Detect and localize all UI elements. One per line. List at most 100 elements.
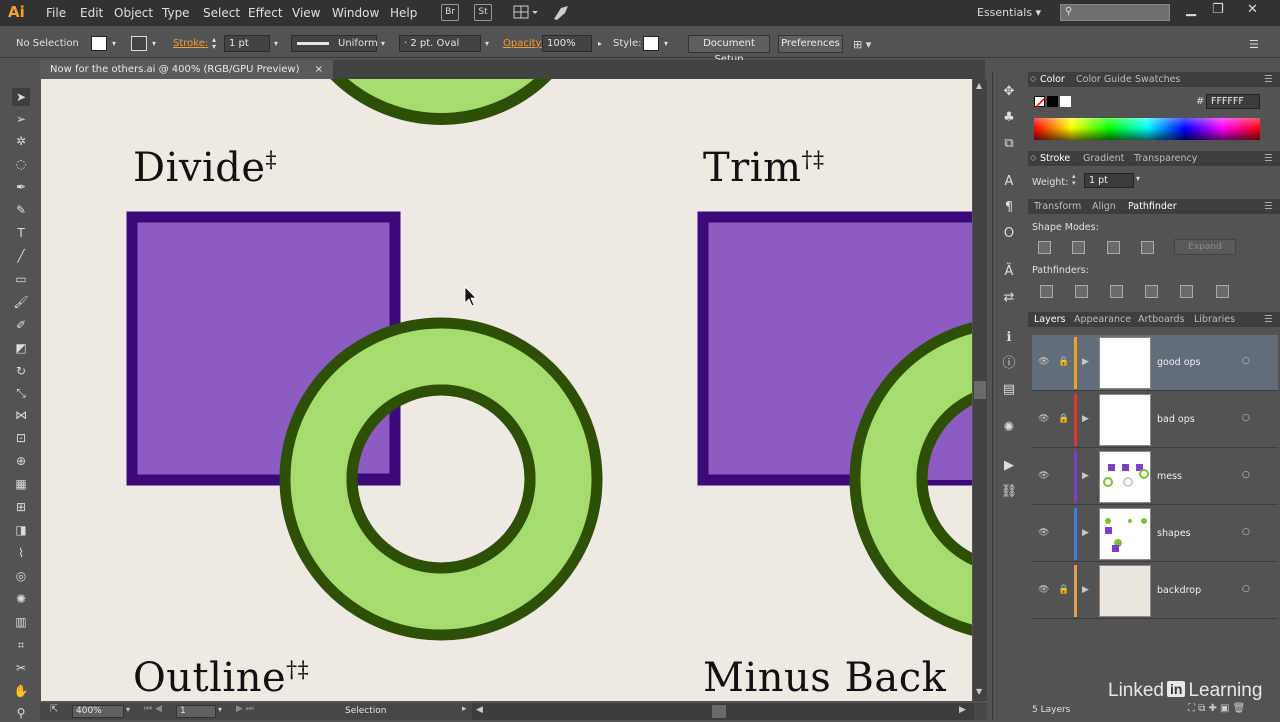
opentype-icon[interactable]: O [999, 224, 1019, 244]
visibility-eye-icon[interactable]: 👁 [1038, 585, 1049, 595]
menu-type[interactable]: Type [162, 6, 190, 20]
first-artboard-icon[interactable]: ⏮ ◀ [144, 704, 162, 714]
artboard-nav-icon[interactable]: ⇱ [50, 704, 58, 715]
brush-dropdown-icon[interactable]: ▾ [482, 36, 492, 51]
type-tool-icon[interactable]: T [12, 224, 30, 242]
scroll-right-icon[interactable]: ▶ [959, 705, 966, 715]
scroll-down-icon[interactable]: ▼ [976, 687, 982, 696]
width-tool-icon[interactable]: ⋈ [12, 406, 30, 424]
layer-name[interactable]: backdrop [1157, 585, 1201, 596]
hand-tool-icon[interactable]: ✋ [12, 682, 30, 700]
pathfinder-panel-menu-icon[interactable]: ☰ [1264, 201, 1273, 212]
crop-icon[interactable] [1145, 285, 1158, 298]
black-swatch[interactable] [1047, 96, 1058, 107]
weight-stepper[interactable]: ▴ ▾ [1072, 173, 1076, 187]
scroll-up-icon[interactable]: ▲ [976, 81, 982, 90]
vertical-scrollbar[interactable]: ▲ ▼ [973, 79, 987, 701]
layer-row[interactable]: 👁 🔒 ▶ backdrop ○ [1032, 563, 1278, 619]
stock-icon[interactable]: St [474, 4, 492, 21]
scale-tool-icon[interactable]: ⤡ [12, 384, 30, 402]
stroke-profile-select[interactable]: Uniform [291, 35, 378, 52]
info-icon[interactable]: ℹ [999, 328, 1019, 348]
document-info-icon[interactable]: ⓘ [999, 354, 1019, 374]
stroke-profile-dropdown-icon[interactable]: ▾ [378, 36, 388, 51]
arrange-documents-icon[interactable] [512, 4, 540, 21]
menu-select[interactable]: Select [203, 6, 240, 20]
artboard-canvas[interactable]: Divide‡ Trim†‡ Outline†‡ Minus Back [41, 79, 972, 701]
expand-layer-icon[interactable]: ▶ [1082, 357, 1089, 367]
tab-artboards[interactable]: Artboards [1138, 314, 1185, 325]
tab-color-guide[interactable]: Color Guide [1076, 74, 1132, 85]
graphic-styles-icon[interactable]: ⧉ [999, 134, 1019, 154]
stroke-panel-menu-icon[interactable]: ☰ [1264, 153, 1273, 164]
minus-back-icon[interactable] [1216, 285, 1229, 298]
eraser-tool-icon[interactable]: ◩ [12, 339, 30, 357]
close-tab-icon[interactable]: × [315, 64, 323, 75]
expand-layer-icon[interactable]: ▶ [1082, 528, 1089, 538]
lock-icon[interactable]: 🔒 [1058, 357, 1069, 367]
links-icon[interactable]: ⛓ [999, 482, 1019, 502]
divide-icon[interactable] [1040, 285, 1053, 298]
weight-dropdown-icon[interactable]: ▾ [1136, 174, 1140, 183]
paragraph-styles-icon[interactable]: ⇄ [999, 288, 1019, 308]
actions-icon[interactable]: ▶ [999, 456, 1019, 476]
layer-name[interactable]: good ops [1157, 357, 1201, 368]
layer-name[interactable]: mess [1157, 471, 1182, 482]
visibility-eye-icon[interactable]: 👁 [1038, 528, 1049, 538]
navigator-icon[interactable]: ✺ [999, 418, 1019, 438]
next-artboard-icon[interactable]: ▶ ⏭ [236, 704, 254, 714]
intersect-icon[interactable] [1107, 241, 1120, 254]
scroll-thumb[interactable] [974, 381, 986, 399]
exclude-icon[interactable] [1141, 241, 1154, 254]
tab-appearance[interactable]: Appearance [1074, 314, 1131, 325]
visibility-eye-icon[interactable]: 👁 [1038, 357, 1049, 367]
status-menu-icon[interactable]: ▸ [462, 704, 467, 714]
minimize-icon[interactable]: ▁ [1186, 2, 1196, 17]
symbol-sprayer-tool-icon[interactable]: ✺ [12, 590, 30, 608]
layer-row[interactable]: 👁 🔒 ▶ bad ops ○ [1032, 392, 1278, 448]
magic-wand-tool-icon[interactable]: ✲ [12, 132, 30, 150]
document-setup-button[interactable]: Document Setup [688, 35, 770, 65]
pen-tool-icon[interactable]: ✒ [12, 178, 30, 196]
stroke-weight-stepper[interactable]: ▴ ▾ [212, 36, 216, 51]
expand-button[interactable]: Expand [1174, 239, 1236, 255]
blend-tool-icon[interactable]: ◎ [12, 567, 30, 585]
slice-tool-icon[interactable]: ✂ [12, 659, 30, 677]
rotate-tool-icon[interactable]: ↻ [12, 362, 30, 380]
artboard-number-field[interactable]: 1 [176, 705, 216, 718]
minus-front-icon[interactable] [1072, 241, 1085, 254]
document-tab[interactable]: Now for the others.ai @ 400% (RGB/GPU Pr… [40, 60, 334, 79]
preferences-button[interactable]: Preferences [778, 35, 843, 53]
paragraph-icon[interactable]: ¶ [999, 198, 1019, 218]
opacity-arrow-icon[interactable]: ▸ [595, 36, 605, 51]
panel-menu-icon[interactable]: ☰ [1249, 38, 1259, 51]
eyedropper-tool-icon[interactable]: ⌇ [12, 544, 30, 562]
visibility-eye-icon[interactable]: 👁 [1038, 414, 1049, 424]
free-transform-tool-icon[interactable]: ⊡ [12, 429, 30, 447]
fill-dropdown-icon[interactable]: ▾ [109, 36, 119, 51]
merge-icon[interactable] [1110, 285, 1123, 298]
hex-field[interactable]: FFFFFF [1206, 94, 1260, 109]
stroke-weight-field[interactable]: 1 pt [224, 35, 270, 52]
symbols-icon[interactable]: ✥ [999, 82, 1019, 102]
target-circle-icon[interactable]: ○ [1242, 527, 1250, 537]
rectangle-tool-icon[interactable]: ▭ [12, 270, 30, 288]
restore-icon[interactable]: ❐ [1212, 2, 1224, 17]
collapse-icon[interactable]: ◇ [1030, 74, 1036, 83]
gradient-tool-icon[interactable]: ◨ [12, 521, 30, 539]
shape-builder-tool-icon[interactable]: ⊕ [12, 452, 30, 470]
character-styles-icon[interactable]: Ȁ [999, 262, 1019, 282]
unite-icon[interactable] [1038, 241, 1051, 254]
artboard-dropdown-icon[interactable]: ▾ [218, 705, 222, 714]
transform-icon[interactable]: ⊞ ▾ [853, 38, 871, 51]
tab-transparency[interactable]: Transparency [1134, 153, 1197, 164]
character-icon[interactable]: A [999, 172, 1019, 192]
tab-color[interactable]: Color [1040, 74, 1065, 85]
opacity-label[interactable]: Opacity: [503, 38, 544, 49]
clubs-icon[interactable]: ♣ [999, 108, 1019, 128]
help-search-input[interactable]: ⚲ [1060, 4, 1170, 21]
tab-libraries[interactable]: Libraries [1194, 314, 1235, 325]
direct-selection-tool-icon[interactable]: ➢ [12, 110, 30, 128]
color-panel-menu-icon[interactable]: ☰ [1264, 74, 1273, 85]
expand-layer-icon[interactable]: ▶ [1082, 585, 1089, 595]
